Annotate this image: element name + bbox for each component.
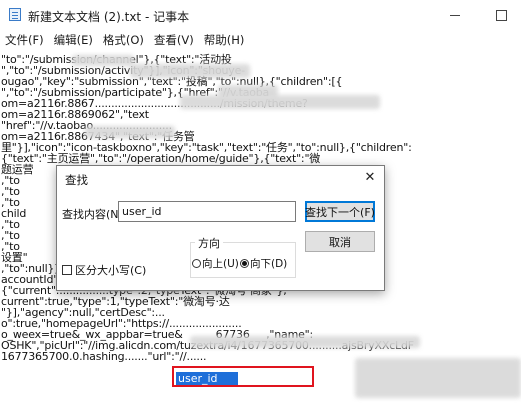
minimize-button[interactable] xyxy=(432,0,478,30)
annotation-red-box xyxy=(172,366,314,387)
window-title: 新建文本文档 (2).txt - 记事本 xyxy=(28,10,190,24)
menu-help[interactable]: 帮助(H) xyxy=(199,30,250,50)
menu-edit[interactable]: 编辑(E) xyxy=(49,30,98,50)
menu-view[interactable]: 查看(V) xyxy=(149,30,199,50)
find-what-label: 查找内容(N): xyxy=(62,208,127,221)
menu-file[interactable]: 文件(F) xyxy=(0,30,49,50)
close-icon[interactable]: ✕ xyxy=(357,166,383,188)
find-dialog: 查找 ✕ 查找内容(N): user_id 查找下一个(F) 取消 方向 向上(… xyxy=(56,165,385,291)
redaction-blur xyxy=(180,95,380,109)
notepad-window: 新建文本文档 (2).txt - 记事本 文件(F) 编辑(E) 格式(O) 查… xyxy=(0,0,521,404)
direction-down-label[interactable]: 向下(D) xyxy=(250,256,287,271)
direction-up-label[interactable]: 向上(U) xyxy=(202,256,239,271)
match-case-checkbox[interactable] xyxy=(62,265,72,275)
editor-line: 1677365700.0.hashing......."url":"//....… xyxy=(1,350,207,363)
redaction-blur xyxy=(85,126,175,138)
notepad-icon xyxy=(9,8,21,21)
direction-up-radio[interactable] xyxy=(192,259,201,268)
maximize-button[interactable] xyxy=(478,0,521,30)
cancel-button[interactable]: 取消 xyxy=(305,231,375,252)
minimize-icon xyxy=(450,14,460,16)
menu-bar: 文件(F) 编辑(E) 格式(O) 查看(V) 帮助(H) xyxy=(0,30,521,50)
direction-down-radio[interactable] xyxy=(240,259,249,268)
find-what-input[interactable]: user_id xyxy=(118,201,296,222)
redaction-blur xyxy=(72,55,134,66)
maximize-icon xyxy=(495,9,507,21)
title-bar: 新建文本文档 (2).txt - 记事本 xyxy=(0,0,521,30)
redaction-blur xyxy=(130,64,250,78)
match-case-label[interactable]: 区分大小写(C) xyxy=(75,262,146,278)
direction-label: 方向 xyxy=(195,235,223,251)
redaction-blur xyxy=(355,358,521,398)
dialog-title: 查找 xyxy=(65,173,88,187)
redaction-blur xyxy=(190,336,420,348)
find-next-button[interactable]: 查找下一个(F) xyxy=(305,201,375,222)
menu-format[interactable]: 格式(O) xyxy=(98,30,149,50)
